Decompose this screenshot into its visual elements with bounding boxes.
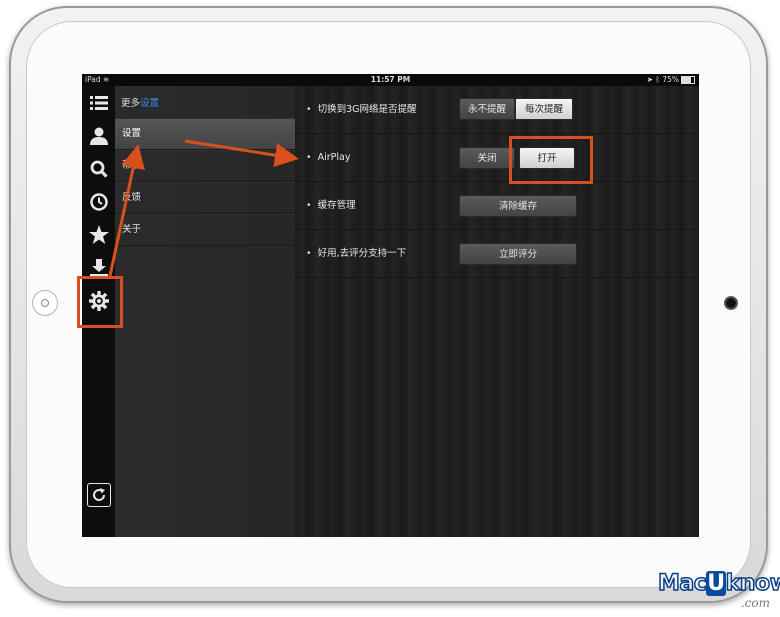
watermark-sub: .com <box>740 596 770 610</box>
every-alert-button[interactable]: 每次提醒 <box>515 98 573 120</box>
menu-item-settings[interactable]: 设置 <box>115 118 295 150</box>
annotation-box-airplay-on <box>509 136 593 184</box>
battery-percent: 75% <box>662 75 679 84</box>
settings-menu: 更多设置 设置 帮助 反馈 关于 <box>115 86 295 537</box>
airplay-label: AirPlay <box>306 134 351 182</box>
menu-header-highlight: 设置 <box>140 98 160 109</box>
watermark-main: MacUknow <box>657 570 780 597</box>
menu-header: 更多设置 <box>121 95 159 109</box>
setting-row-network: 切换到3G网络是否提醒 永不提醒 每次提醒 <box>295 86 699 134</box>
never-alert-button[interactable]: 永不提醒 <box>459 98 515 120</box>
user-icon[interactable] <box>86 123 111 148</box>
battery-icon <box>681 76 695 84</box>
refresh-icon[interactable] <box>87 483 111 507</box>
camera <box>724 296 738 310</box>
watermark-logo: MacUknow .com <box>657 570 780 615</box>
bluetooth-icon: ᛒ <box>655 75 660 84</box>
history-icon[interactable] <box>86 189 111 214</box>
annotation-box-gear <box>77 276 123 328</box>
setting-row-airplay: AirPlay 关闭 打开 <box>295 134 699 182</box>
status-time: 11:57 PM <box>370 75 411 84</box>
ipad-screen: iPad ≋ 11:57 PM ➤ ᛒ 75% 更多设置 设置 帮助 反馈 关于… <box>82 74 699 537</box>
rate-now-button[interactable]: 立即评分 <box>459 243 577 265</box>
star-icon[interactable] <box>86 222 111 247</box>
search-icon[interactable] <box>86 156 111 181</box>
menu-item-help[interactable]: 帮助 <box>115 150 295 182</box>
setting-row-cache: 缓存管理 清除缓存 <box>295 182 699 230</box>
home-button[interactable] <box>32 290 58 316</box>
cache-label: 缓存管理 <box>306 182 356 230</box>
setting-row-rate: 好用,去评分支持一下 立即评分 <box>295 230 699 278</box>
menu-item-feedback[interactable]: 反馈 <box>115 182 295 214</box>
status-right: ➤ ᛒ 75% <box>647 74 695 86</box>
menu-item-about[interactable]: 关于 <box>115 214 295 246</box>
location-icon: ➤ <box>646 75 654 84</box>
rate-label: 好用,去评分支持一下 <box>306 230 407 278</box>
network-alert-label: 切换到3G网络是否提醒 <box>306 86 417 134</box>
list-icon[interactable] <box>86 90 111 115</box>
clear-cache-button[interactable]: 清除缓存 <box>459 195 577 217</box>
airplay-off-button[interactable]: 关闭 <box>459 147 515 169</box>
status-bar: iPad ≋ 11:57 PM ➤ ᛒ 75% <box>82 74 699 86</box>
menu-header-prefix: 更多 <box>121 98 141 109</box>
settings-content: 切换到3G网络是否提醒 永不提醒 每次提醒 AirPlay 关闭 打开 缓存管理… <box>295 86 699 537</box>
